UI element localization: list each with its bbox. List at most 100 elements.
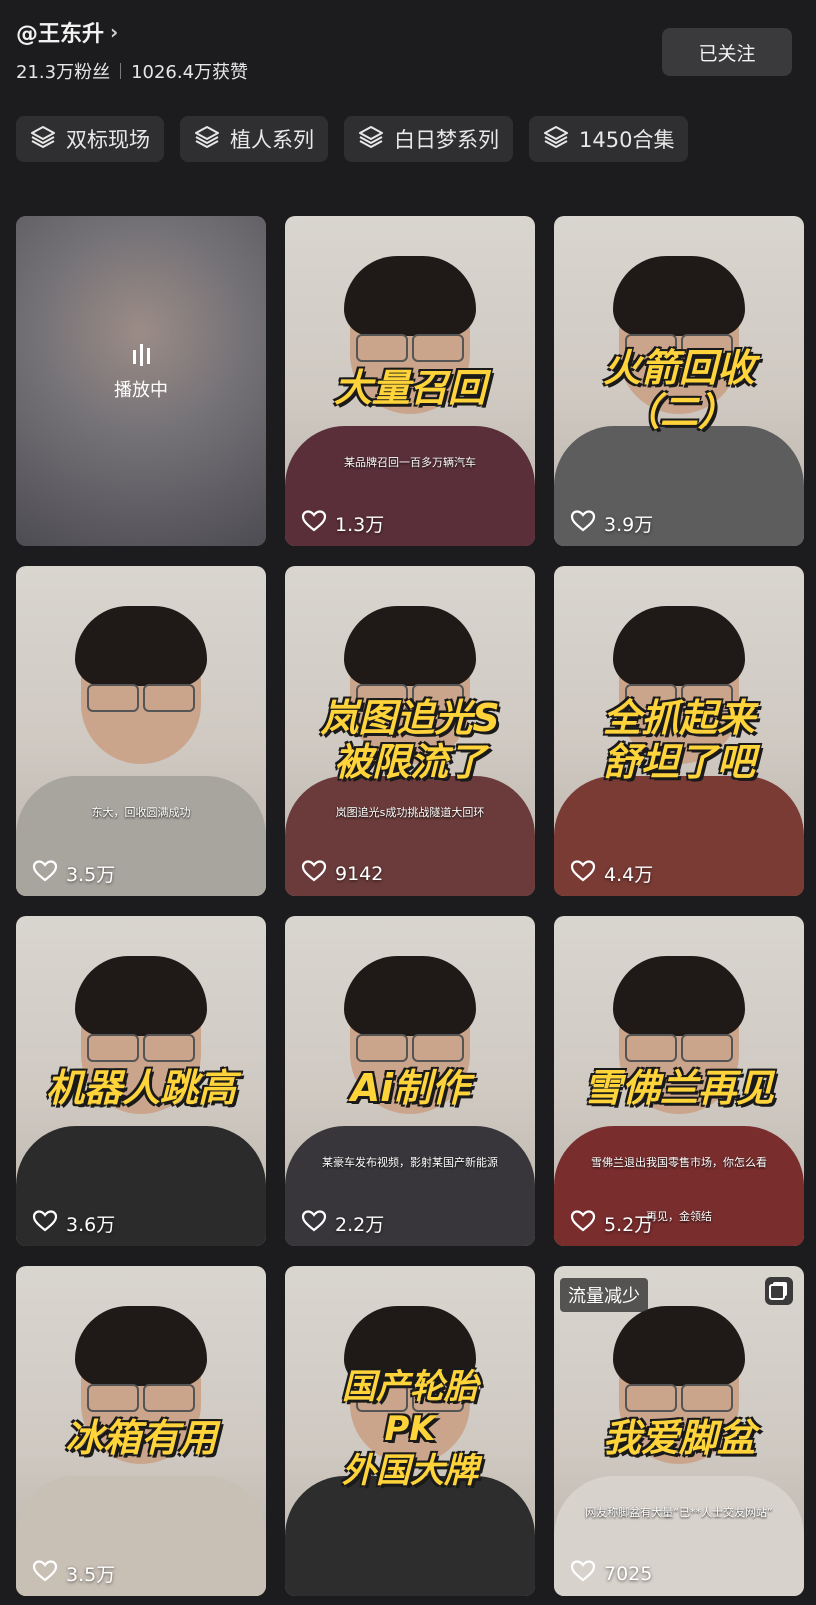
collection-stack-icon: [30, 124, 56, 155]
heart-icon: [301, 859, 327, 888]
playing-label: 播放中: [114, 380, 168, 401]
like-count: 3.5万: [32, 1559, 115, 1588]
like-count: 9142: [301, 859, 383, 888]
person-hair: [75, 606, 207, 686]
video-caption: 大量召回: [333, 366, 486, 410]
video-card[interactable]: 流量减少我爱脚盆网友称脚盆有大量“已**人士交友网站” 7025: [554, 1266, 804, 1596]
playing-bars-icon: [16, 344, 266, 366]
like-count: 4.4万: [570, 859, 653, 888]
heart-icon: [570, 1209, 596, 1238]
video-card[interactable]: 东大，回收圆满成功 3.5万: [16, 566, 266, 896]
like-count: 3.6万: [32, 1209, 115, 1238]
person-shirt: [285, 1476, 535, 1596]
video-card[interactable]: 国产轮胎 PK 外国大牌: [285, 1266, 535, 1596]
video-card[interactable]: 岚图追光S 被限流了岚图追光s成功挑战隧道大回环 9142: [285, 566, 535, 896]
collection-label: 1450合集: [579, 128, 675, 152]
like-count-value: 5.2万: [604, 1214, 654, 1236]
like-count-value: 4.4万: [604, 864, 654, 886]
like-count-value: 3.5万: [66, 1564, 116, 1586]
heart-icon: [32, 1559, 58, 1588]
heart-icon: [570, 1559, 596, 1588]
video-caption: 国产轮胎 PK 外国大牌: [342, 1367, 478, 1491]
like-count-value: 9142: [335, 862, 384, 885]
video-caption: 我爱脚盆: [602, 1416, 755, 1460]
video-subtitle: 某豪车发布视频，影射某国产新能源: [322, 1156, 498, 1169]
video-caption: 冰箱有用: [64, 1416, 217, 1460]
glasses: [81, 1384, 201, 1412]
playing-indicator: 播放中: [16, 344, 266, 402]
heart-icon: [32, 859, 58, 888]
heart-icon: [301, 509, 327, 538]
like-count-value: 7025: [604, 1562, 653, 1585]
collection-label: 白日梦系列: [394, 128, 499, 152]
like-count-value: 3.5万: [66, 864, 116, 886]
person-hair: [75, 956, 207, 1036]
likes-count: 1026.4万获赞: [131, 62, 249, 83]
video-card[interactable]: 雪佛兰再见 雪佛兰退出我国零售市场，你怎么看 再见，金领结 5.2万: [554, 916, 804, 1246]
person-hair: [75, 1306, 207, 1386]
person-hair: [613, 1306, 745, 1386]
like-count: 7025: [570, 1559, 652, 1588]
like-count-value: 1.3万: [335, 514, 385, 536]
video-card[interactable]: 全抓起来 舒坦了吧 4.4万: [554, 566, 804, 896]
video-subtitle: 网友称脚盆有大量“已**人士交友网站”: [585, 1506, 773, 1519]
collection-chip[interactable]: 1450合集: [529, 116, 689, 162]
glasses: [81, 1034, 201, 1062]
collection-label: 植人系列: [230, 128, 314, 152]
glasses: [619, 1384, 739, 1412]
collections-bar: 双标现场 植人系列 白日梦系列 1450合集: [16, 116, 689, 162]
heart-icon: [32, 1209, 58, 1238]
person-hair: [344, 956, 476, 1036]
person-hair: [344, 606, 476, 686]
collection-label: 双标现场: [66, 128, 150, 152]
video-card[interactable]: 冰箱有用 3.5万: [16, 1266, 266, 1596]
collection-chip[interactable]: 双标现场: [16, 116, 164, 162]
profile-header: @王东升 › 21.3万粉丝 1026.4万获赞 已关注: [16, 16, 800, 86]
video-card[interactable]: Ai制作某豪车发布视频，影射某国产新能源 2.2万: [285, 916, 535, 1246]
profile-name: @王东升: [16, 22, 105, 47]
like-count: 2.2万: [301, 1209, 384, 1238]
heart-icon: [570, 509, 596, 538]
person-hair: [613, 256, 745, 336]
video-card[interactable]: 播放中: [16, 216, 266, 546]
glasses: [350, 334, 470, 362]
fans-count: 21.3万粉丝: [16, 62, 111, 83]
video-subtitle: 东大，回收圆满成功: [91, 806, 191, 819]
video-caption: 岚图追光S 被限流了: [320, 696, 500, 784]
video-caption: 雪佛兰再见: [583, 1066, 774, 1110]
follow-button[interactable]: 已关注: [662, 28, 792, 76]
glasses: [350, 1034, 470, 1062]
like-count: 5.2万: [570, 1209, 653, 1238]
like-count: 3.5万: [32, 859, 115, 888]
like-count-value: 3.6万: [66, 1214, 116, 1236]
video-caption: 机器人跳高: [45, 1066, 236, 1110]
video-subtitle: 岚图追光s成功挑战隧道大回环: [335, 806, 485, 819]
video-card[interactable]: 火箭回收 （二） 3.9万: [554, 216, 804, 546]
video-card[interactable]: 大量召回某品牌召回一百多万辆汽车 1.3万: [285, 216, 535, 546]
video-caption: 火箭回收 （二）: [602, 346, 755, 434]
collection-stack-icon: [543, 124, 569, 155]
chevron-right-icon: ›: [110, 20, 119, 44]
glasses: [81, 684, 201, 712]
video-caption: Ai制作: [350, 1066, 470, 1110]
stats-divider: [120, 63, 122, 79]
video-subtitle: 某品牌召回一百多万辆汽车: [344, 456, 476, 469]
heart-icon: [570, 859, 596, 888]
like-count-value: 3.9万: [604, 514, 654, 536]
multi-image-icon: [764, 1276, 794, 1306]
collection-stack-icon: [194, 124, 220, 155]
collection-chip[interactable]: 白日梦系列: [344, 116, 513, 162]
glasses: [619, 1034, 739, 1062]
video-card[interactable]: 机器人跳高 3.6万: [16, 916, 266, 1246]
traffic-tag: 流量减少: [560, 1278, 648, 1312]
person-hair: [613, 606, 745, 686]
like-count: 3.9万: [570, 509, 653, 538]
like-count-value: 2.2万: [335, 1214, 385, 1236]
video-caption: 全抓起来 舒坦了吧: [602, 696, 755, 784]
video-grid: 播放中 大量召回某品牌召回一百多万辆汽车 1.3万 火箭回收 （二） 3.9万东大，回收…: [16, 216, 804, 1596]
collection-stack-icon: [358, 124, 384, 155]
like-count: 1.3万: [301, 509, 384, 538]
person-hair: [613, 956, 745, 1036]
collection-chip[interactable]: 植人系列: [180, 116, 328, 162]
video-subtitle: 雪佛兰退出我国零售市场，你怎么看: [591, 1156, 767, 1169]
